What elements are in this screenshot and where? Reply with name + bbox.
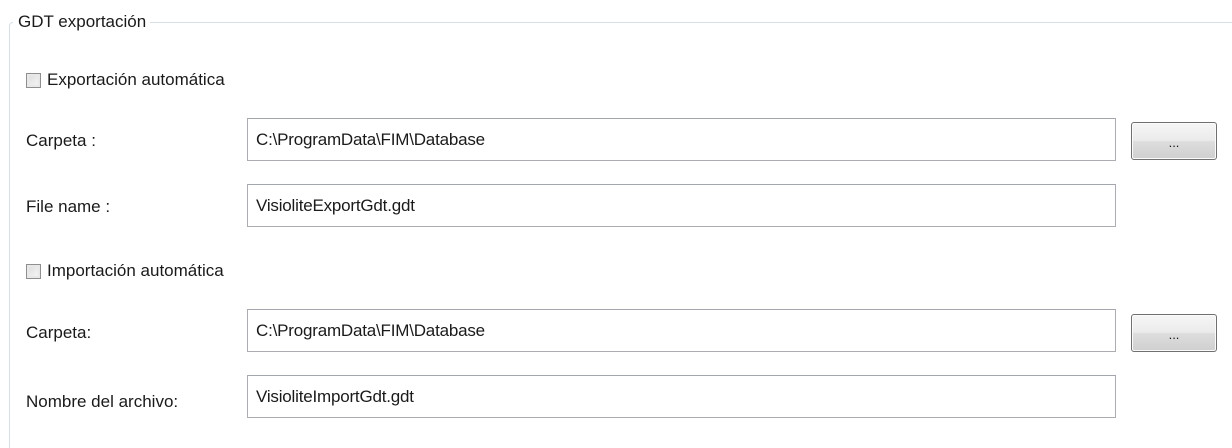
- import-folder-label: Carpeta:: [26, 323, 92, 342]
- auto-export-label: Exportación automática: [47, 70, 225, 89]
- auto-import-checkbox[interactable]: [26, 263, 41, 279]
- export-filename-label: File name :: [26, 197, 111, 216]
- auto-import-checkbox-row[interactable]: Importación automática: [26, 259, 224, 283]
- auto-import-label: Importación automática: [47, 261, 224, 280]
- groupbox-title: GDT exportación: [13, 11, 151, 33]
- auto-export-checkbox[interactable]: [26, 72, 41, 88]
- export-folder-input[interactable]: C:\ProgramData\FIM\Database: [247, 118, 1116, 161]
- import-filename-label: Nombre del archivo:: [26, 392, 179, 411]
- gdt-settings-panel: GDT exportación Exportación automática C…: [0, 0, 1232, 448]
- auto-export-checkbox-row[interactable]: Exportación automática: [26, 68, 225, 92]
- import-filename-input[interactable]: VisioliteImportGdt.gdt: [247, 375, 1116, 418]
- import-folder-input[interactable]: C:\ProgramData\FIM\Database: [247, 309, 1116, 352]
- import-folder-browse-button[interactable]: ...: [1131, 314, 1217, 352]
- export-folder-browse-button[interactable]: ...: [1131, 122, 1217, 160]
- export-folder-label: Carpeta :: [26, 131, 96, 150]
- export-filename-input[interactable]: VisioliteExportGdt.gdt: [247, 184, 1116, 227]
